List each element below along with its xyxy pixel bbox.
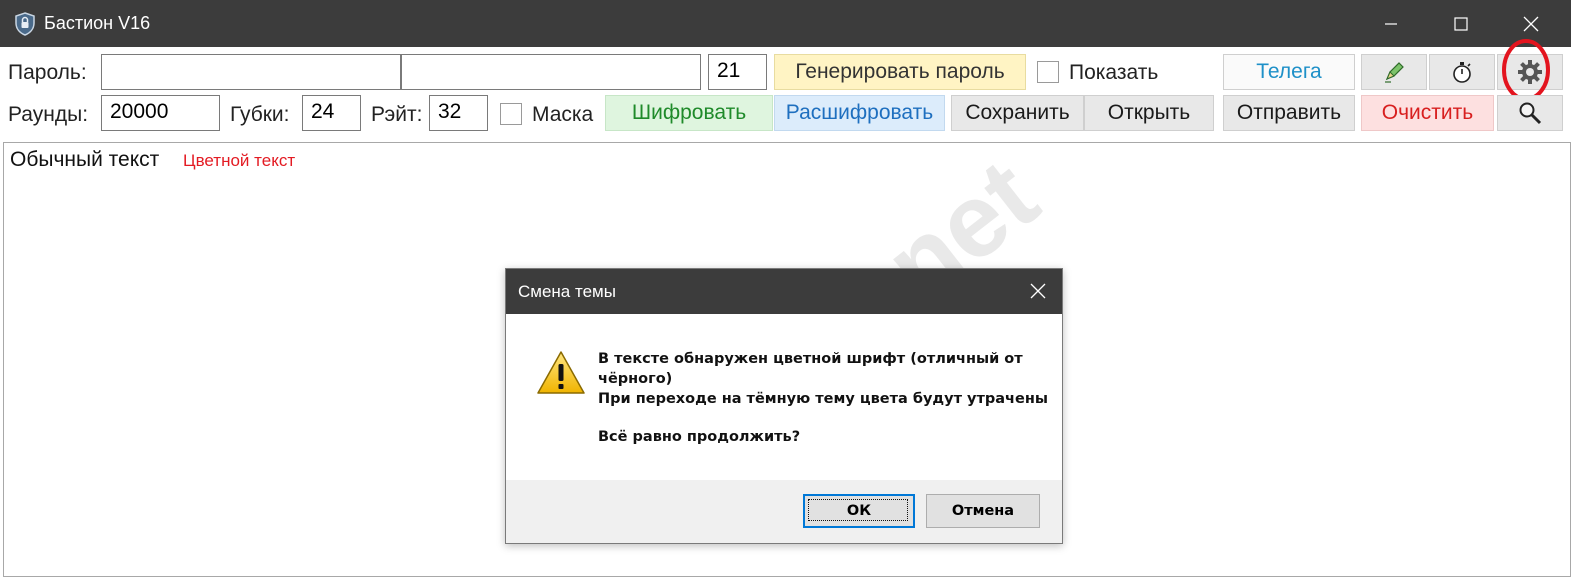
timer-button[interactable]: [1429, 54, 1495, 90]
magnifier-icon: [1519, 102, 1542, 125]
open-button[interactable]: Открыть: [1084, 95, 1214, 131]
pen-icon: [1385, 62, 1404, 83]
rate-label: Рэйт:: [371, 103, 423, 126]
sponge-input[interactable]: 24: [302, 95, 361, 131]
password-input-1[interactable]: [101, 54, 401, 90]
mask-checkbox[interactable]: [500, 103, 522, 125]
generate-password-button[interactable]: Генерировать пароль: [774, 54, 1026, 90]
dialog-message-line-1: В тексте обнаружен цветной шрифт (отличн…: [598, 351, 1023, 367]
show-password-checkbox[interactable]: [1037, 61, 1059, 83]
title-bar: [0, 0, 1571, 47]
clear-button[interactable]: Очистить: [1361, 95, 1494, 131]
minimize-icon: [1385, 22, 1397, 25]
window-title: Бастион V16: [44, 13, 151, 33]
password-length-input[interactable]: 21: [708, 54, 767, 90]
ok-focus-rect: [808, 499, 908, 521]
dialog-title: Смена темы: [518, 282, 616, 301]
password-label: Пароль:: [8, 61, 87, 84]
close-icon: [1030, 283, 1046, 299]
rounds-input[interactable]: 20000: [101, 95, 220, 131]
close-icon: [1523, 16, 1539, 31]
editor-colored-text: Цветной текст: [183, 151, 296, 170]
save-button[interactable]: Сохранить: [951, 95, 1084, 131]
search-button[interactable]: [1497, 95, 1563, 131]
dialog-close-button[interactable]: [1018, 271, 1058, 311]
editor-plain-text: Обычный текст: [10, 148, 160, 171]
encrypt-button[interactable]: Шифровать: [605, 95, 773, 131]
shield-lock-icon: [14, 12, 36, 36]
sponge-label: Губки:: [230, 103, 290, 126]
telega-button[interactable]: Телега: [1223, 54, 1355, 90]
stopwatch-icon: [1453, 62, 1471, 83]
rounds-label: Раунды:: [8, 103, 89, 126]
dialog-question: Всё равно продолжить?: [598, 429, 801, 445]
warning-icon: [536, 350, 586, 396]
decrypt-button[interactable]: Расшифровать: [774, 95, 945, 131]
password-input-2[interactable]: [401, 54, 701, 90]
send-button[interactable]: Отправить: [1223, 95, 1355, 131]
minimize-button[interactable]: [1356, 0, 1426, 47]
highlight-circle: [1502, 39, 1550, 101]
cancel-button[interactable]: Отмена: [926, 494, 1040, 528]
maximize-icon: [1454, 16, 1468, 31]
dialog-message-line-3: При переходе на тёмную тему цвета будут …: [598, 391, 1048, 407]
pen-button[interactable]: [1361, 54, 1427, 90]
mask-label: Маска: [532, 103, 594, 126]
show-password-label: Показать: [1069, 61, 1159, 84]
maximize-button[interactable]: [1426, 0, 1496, 47]
dialog-message-line-2: чёрного): [598, 371, 673, 387]
rate-input[interactable]: 32: [429, 95, 488, 131]
